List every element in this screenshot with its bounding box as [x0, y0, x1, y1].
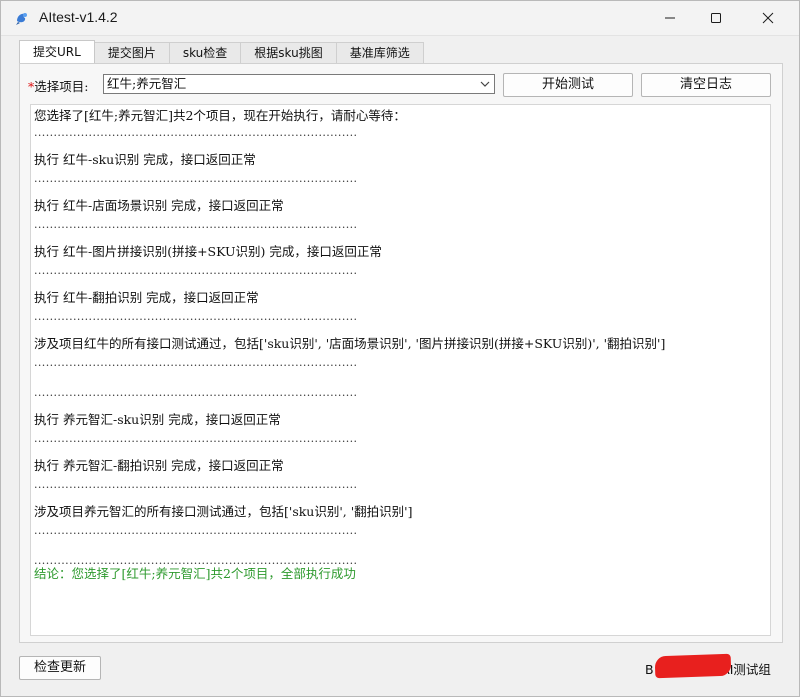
tab-bar: 提交URL 提交图片 sku检查 根据sku挑图 基准库筛选	[19, 40, 424, 64]
log-separator: ........................................…	[34, 432, 358, 445]
maximize-button[interactable]	[693, 1, 739, 35]
log-separator: ........................................…	[34, 172, 358, 185]
footer-prefix: B	[645, 662, 654, 677]
log-line: 涉及项目红牛的所有接口测试通过，包括['sku识别', '店面场景识别', '图…	[34, 336, 666, 351]
redaction-mark	[654, 653, 732, 679]
app-logo-icon	[16, 13, 27, 25]
log-separator: ........................................…	[34, 356, 358, 369]
maximize-icon	[711, 13, 721, 23]
log-line: 执行 养元智汇-翻拍识别 完成，接口返回正常	[34, 458, 284, 473]
log-conclusion: 结论：您选择了[红牛;养元智汇]共2个项目，全部执行成功	[34, 566, 356, 581]
tab-submit-image[interactable]: 提交图片	[93, 42, 170, 63]
log-separator: ........................................…	[34, 524, 358, 537]
log-line: 执行 红牛-sku识别 完成，接口返回正常	[34, 152, 256, 167]
log-line: 执行 养元智汇-sku识别 完成，接口返回正常	[34, 412, 281, 427]
log-line: 执行 红牛-店面场景识别 完成，接口返回正常	[34, 198, 284, 213]
project-label: *选择项目:	[28, 76, 88, 95]
log-separator: ........................................…	[34, 386, 358, 399]
title-bar[interactable]: AItest-v1.4.2	[1, 1, 799, 36]
log-line: 执行 红牛-图片拼接识别(拼接+SKU识别) 完成，接口返回正常	[34, 244, 382, 259]
log-output[interactable]: 您选择了[红牛;养元智汇]共2个项目，现在开始执行，请耐心等待： .......…	[30, 104, 771, 636]
log-separator: ........................................…	[34, 310, 358, 323]
window-title: AItest-v1.4.2	[39, 9, 118, 25]
close-button[interactable]	[745, 1, 791, 35]
chevron-down-icon	[480, 81, 490, 87]
clear-log-button[interactable]: 清空日志	[641, 73, 771, 97]
tab-baseline-filter[interactable]: 基准库筛选	[335, 42, 424, 63]
close-icon	[762, 12, 774, 24]
project-select-value: 红牛;养元智汇	[107, 76, 187, 91]
tab-pick-by-sku[interactable]: 根据sku挑图	[240, 42, 337, 63]
start-test-button[interactable]: 开始测试	[503, 73, 633, 97]
app-window: AItest-v1.4.2 提交URL 提交图片 sku检查 根据sku挑图 基…	[0, 0, 800, 697]
log-line: 执行 红牛-翻拍识别 完成，接口返回正常	[34, 290, 259, 305]
project-label-text: 选择项目:	[34, 79, 89, 94]
check-update-button[interactable]: 检查更新	[19, 656, 101, 680]
log-separator: ........................................…	[34, 126, 358, 139]
project-select[interactable]: 红牛;养元智汇	[103, 74, 495, 94]
log-separator: ........................................…	[34, 478, 358, 491]
log-line: 涉及项目养元智汇的所有接口测试通过，包括['sku识别', '翻拍识别']	[34, 504, 413, 519]
log-line: 您选择了[红牛;养元智汇]共2个项目，现在开始执行，请耐心等待：	[34, 108, 406, 123]
log-separator: ........................................…	[34, 218, 358, 231]
log-separator: ........................................…	[34, 264, 358, 277]
tab-submit-url[interactable]: 提交URL	[19, 40, 95, 63]
tab-sku-check[interactable]: sku检查	[168, 42, 242, 63]
minimize-icon	[665, 17, 675, 19]
minimize-button[interactable]	[647, 1, 693, 35]
